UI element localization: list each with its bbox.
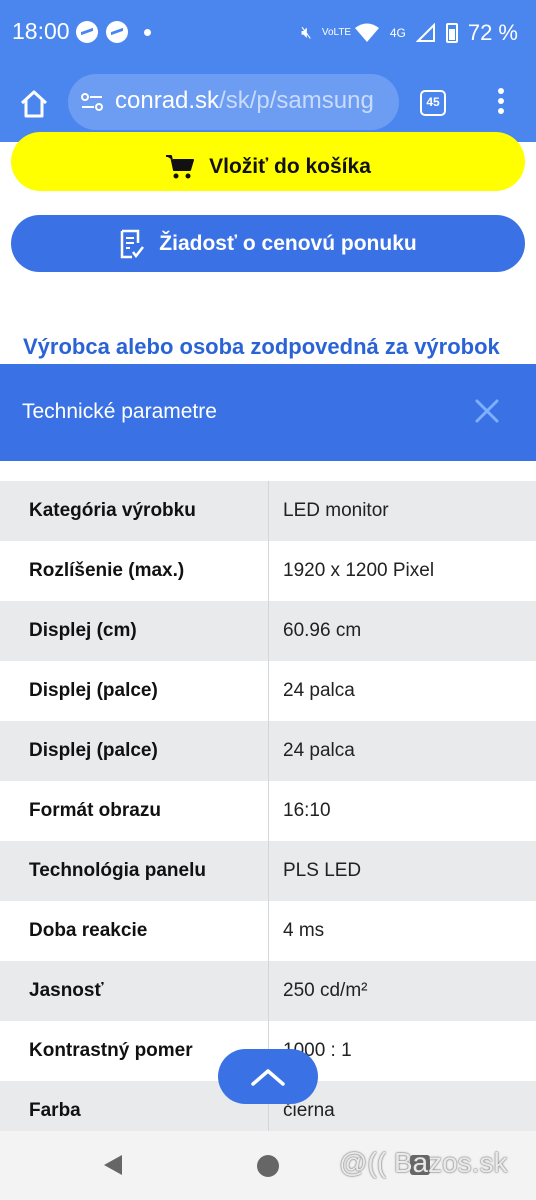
spec-key: Farba bbox=[29, 1100, 81, 1121]
spec-value: 16:10 bbox=[283, 800, 331, 821]
spec-key: Rozlíšenie (max.) bbox=[29, 560, 185, 581]
mute-icon: 🔇︎ bbox=[301, 23, 312, 42]
tech-params-title: Technické parametre bbox=[22, 400, 217, 423]
spec-divider bbox=[268, 541, 269, 601]
home-nav-icon[interactable] bbox=[257, 1155, 279, 1177]
spec-value: 1920 x 1200 Pixel bbox=[283, 560, 435, 581]
spec-divider bbox=[268, 901, 269, 961]
spec-key: Displej (palce) bbox=[29, 680, 158, 701]
spec-divider bbox=[268, 721, 269, 781]
battery-icon bbox=[445, 23, 458, 43]
manufacturer-link[interactable]: Výrobca alebo osoba zodpovedná za výrobo… bbox=[23, 334, 500, 360]
spec-divider bbox=[268, 961, 269, 1021]
spec-key: Formát obrazu bbox=[29, 800, 161, 821]
spec-divider bbox=[268, 601, 269, 661]
tab-switcher-button[interactable]: 45 bbox=[420, 90, 446, 116]
request-quote-label: Žiadosť o cenovú ponuku bbox=[159, 231, 417, 255]
spec-row: Displej (palce) 24 palca bbox=[0, 721, 536, 781]
spec-row: Technológia panelu PLS LED bbox=[0, 841, 536, 901]
add-to-cart-button[interactable]: Vložiť do košíka bbox=[11, 132, 525, 191]
url-domain: conrad.sk bbox=[115, 87, 220, 114]
spec-row: Jasnosť 250 cd/m² bbox=[0, 961, 536, 1021]
spec-value: PLS LED bbox=[283, 860, 362, 881]
wifi-icon bbox=[354, 23, 379, 42]
spec-key: Doba reakcie bbox=[29, 920, 148, 941]
home-icon[interactable] bbox=[18, 88, 50, 120]
status-bar: 18:00 🔇︎ VoLTE 4G 72 % bbox=[0, 0, 536, 66]
cart-icon bbox=[166, 154, 195, 178]
url-path: /sk/p/samsung bbox=[219, 87, 374, 114]
spec-key: Technológia panelu bbox=[29, 860, 206, 881]
spec-key: Kontrastný pomer bbox=[29, 1040, 193, 1061]
request-quote-button[interactable]: Žiadosť o cenovú ponuku bbox=[11, 215, 525, 272]
network-type: 4G bbox=[389, 26, 406, 40]
scroll-to-top-button[interactable] bbox=[218, 1049, 318, 1104]
spec-row: Doba reakcie 4 ms bbox=[0, 901, 536, 961]
spec-value: LED monitor bbox=[283, 500, 389, 521]
spec-row: Kategória výrobku LED monitor bbox=[0, 481, 536, 541]
back-icon[interactable] bbox=[104, 1155, 122, 1175]
add-to-cart-label: Vložiť do košíka bbox=[209, 154, 371, 178]
spec-key: Displej (cm) bbox=[29, 620, 137, 641]
chevron-up-icon bbox=[251, 1068, 285, 1086]
messenger-icon-2 bbox=[106, 21, 128, 43]
spec-table: Kategória výrobku LED monitor Rozlíšenie (… bbox=[0, 481, 536, 1141]
more-options-icon[interactable] bbox=[496, 88, 506, 118]
signal-icon bbox=[415, 23, 435, 42]
spec-key: Jasnosť bbox=[29, 980, 104, 1001]
spec-row: Displej (palce) 24 palca bbox=[0, 661, 536, 721]
more-notifications-dot bbox=[144, 28, 151, 36]
spec-divider bbox=[268, 781, 269, 841]
url-text[interactable]: conrad.sk/sk/p/samsung bbox=[115, 87, 374, 115]
browser-toolbar: conrad.sk/sk/p/samsung 45 bbox=[0, 66, 536, 142]
spec-divider bbox=[268, 481, 269, 541]
tech-params-header[interactable]: Technické parametre bbox=[0, 364, 536, 461]
document-check-icon bbox=[121, 229, 145, 258]
close-icon[interactable] bbox=[472, 396, 502, 426]
status-time: 18:00 bbox=[12, 18, 70, 44]
spec-row: Formát obrazu 16:10 bbox=[0, 781, 536, 841]
spec-key: Displej (palce) bbox=[29, 740, 158, 761]
address-bar[interactable]: conrad.sk/sk/p/samsung bbox=[68, 74, 399, 130]
spec-key: Kategória výrobku bbox=[29, 500, 196, 521]
spec-value: 60.96 cm bbox=[283, 620, 362, 641]
volte-icon: VoLTE bbox=[321, 27, 352, 38]
spec-value: 24 palca bbox=[283, 740, 355, 761]
spec-value: 24 palca bbox=[283, 680, 355, 701]
notification-icons bbox=[76, 21, 151, 43]
messenger-icon bbox=[76, 21, 98, 43]
spec-divider bbox=[268, 841, 269, 901]
site-settings-icon[interactable] bbox=[80, 92, 104, 112]
status-indicators: 🔇︎ VoLTE 4G 72 % bbox=[301, 20, 518, 46]
battery-percent: 72 % bbox=[467, 20, 518, 45]
watermark: @(( Bazos.sk bbox=[339, 1147, 508, 1178]
spec-value: 4 ms bbox=[283, 920, 325, 941]
spec-divider bbox=[268, 661, 269, 721]
spec-row: Rozlíšenie (max.) 1920 x 1200 Pixel bbox=[0, 541, 536, 601]
spec-row: Displej (cm) 60.96 cm bbox=[0, 601, 536, 661]
spec-value: 250 cd/m² bbox=[283, 980, 368, 1001]
